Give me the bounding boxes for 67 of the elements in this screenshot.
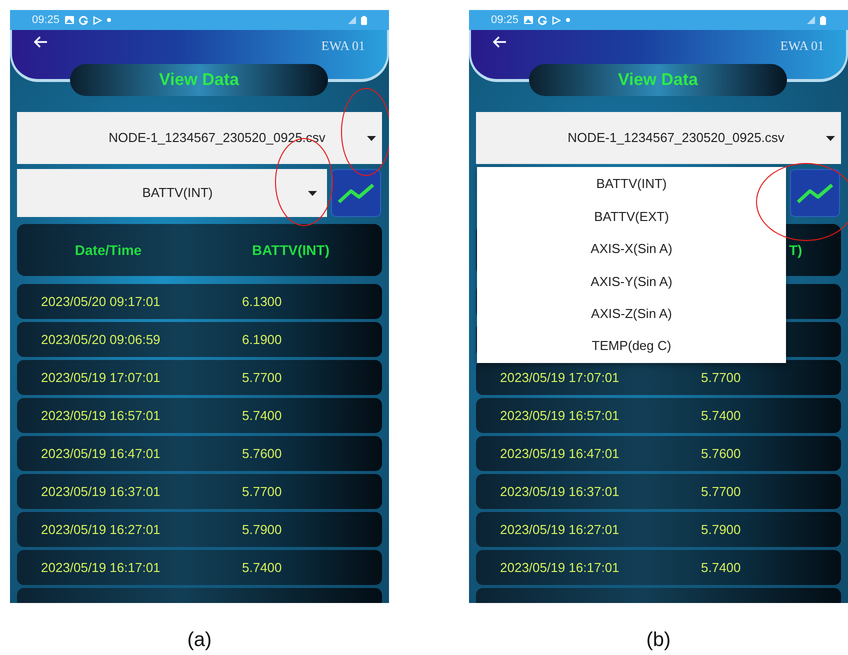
value-cell-text: 5.7400 — [701, 406, 741, 425]
status-time: 09:25 — [491, 12, 519, 28]
value-cell-text: 5.7700 — [242, 368, 282, 387]
device-name: EWA 01 — [321, 37, 365, 55]
dot-icon — [566, 18, 570, 22]
menu-item[interactable]: AXIS-Z(Sin A) — [477, 298, 786, 330]
battery-icon — [361, 16, 367, 24]
menu-item[interactable]: AXIS-X(Sin A) — [477, 232, 786, 266]
value-cell-text: 5.7600 — [242, 444, 282, 463]
date-cell-text: 2023/05/19 16:37:01 — [40, 482, 162, 501]
menu-item[interactable]: BATTV(INT) — [477, 168, 786, 200]
back-arrow-icon[interactable] — [34, 36, 48, 48]
date-cell-text: 2023/05/19 16:37:01 — [499, 482, 620, 501]
caret-icon — [308, 190, 317, 196]
battery-icon — [820, 16, 826, 24]
date-cell-text: 2023/05/19 16:57:01 — [499, 406, 620, 425]
date-cell-text: 2023/05/19 16:47:01 — [40, 444, 162, 463]
menu-item[interactable]: BATTV(EXT) — [477, 200, 786, 233]
date-cell-text: 2023/05/19 16:27:01 — [499, 520, 620, 539]
value-cell-text: 5.7900 — [701, 520, 741, 539]
file-dropdown[interactable]: NODE-1_1234567_230520_0925.csv — [476, 112, 841, 164]
menu-item[interactable]: TEMP(deg C) — [477, 330, 786, 362]
play-icon — [552, 16, 561, 24]
back-arrow-icon[interactable] — [493, 36, 507, 48]
play-icon — [92, 16, 102, 24]
trend-line-icon — [337, 182, 375, 204]
value-cell-text: 5.7400 — [242, 406, 282, 425]
page-title: View Data — [70, 64, 328, 96]
image-icon — [524, 16, 533, 24]
value-cell-text: 5.7700 — [701, 368, 741, 387]
caret-icon — [367, 136, 376, 140]
value-cell-text: 5.7400 — [242, 558, 282, 577]
trend-line-icon — [796, 182, 834, 204]
date-cell-text: 2023/05/19 17:07:01 — [499, 368, 620, 387]
status-time: 09:25 — [32, 12, 60, 28]
date-cell-text: 2023/05/19 16:17:01 — [40, 558, 162, 577]
value-cell-text: 5.7400 — [701, 558, 741, 577]
value-cell-text: 5.7700 — [701, 482, 741, 501]
figure-caption: (b) — [646, 628, 671, 653]
chart-button[interactable] — [790, 169, 840, 217]
caret-icon — [826, 136, 835, 140]
date-cell-text: 2023/05/19 16:17:01 — [499, 558, 620, 577]
signal-icon — [348, 16, 356, 24]
value-cell-text: 5.7700 — [242, 482, 282, 501]
chart-button[interactable] — [331, 169, 381, 217]
date-cell-text: 2023/05/20 09:06:59 — [40, 330, 162, 349]
column-header: T) — [789, 240, 802, 260]
value-cell-text: 6.1900 — [242, 330, 282, 349]
value-cell-text: 5.7600 — [701, 444, 741, 463]
value-cell-text: 5.7900 — [242, 520, 282, 539]
figure-caption: (a) — [187, 628, 212, 653]
column-header: Date/Time — [74, 240, 143, 260]
device-name: EWA 01 — [780, 37, 824, 55]
channel-dropdown[interactable]: BATTV(INT) — [17, 169, 327, 217]
dot-icon — [106, 18, 111, 22]
file-dropdown[interactable]: NODE-1_1234567_230520_0925.csv — [17, 112, 382, 164]
date-cell-text: 2023/05/19 16:27:01 — [40, 520, 162, 539]
menu-item[interactable]: AXIS-Y(Sin A) — [477, 265, 786, 298]
date-cell-text: 2023/05/19 16:47:01 — [499, 444, 620, 463]
value-cell-text: 6.1300 — [242, 292, 282, 311]
date-cell-text: 2023/05/19 17:07:01 — [40, 368, 162, 387]
date-cell-text: 2023/05/20 09:17:01 — [40, 292, 162, 311]
page-title: View Data — [529, 64, 787, 96]
image-icon — [64, 16, 74, 24]
column-header: BATTV(INT) — [251, 240, 330, 260]
signal-icon — [807, 16, 815, 24]
date-cell-text: 2023/05/19 16:57:01 — [40, 406, 162, 425]
